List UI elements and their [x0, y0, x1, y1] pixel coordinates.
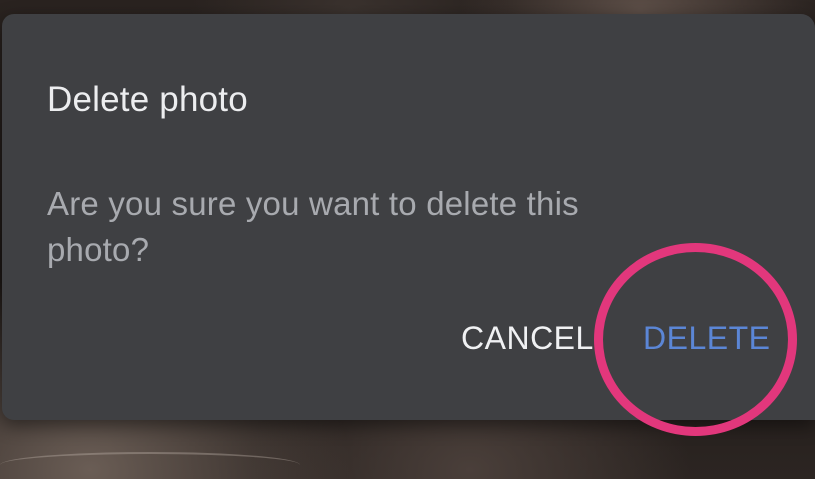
- delete-button[interactable]: DELETE: [643, 320, 770, 357]
- background-detail: [0, 452, 300, 478]
- dialog-title: Delete photo: [47, 80, 248, 119]
- dialog-message: Are you sure you want to delete this pho…: [47, 185, 579, 268]
- delete-photo-dialog: Delete photo Are you sure you want to de…: [2, 14, 815, 420]
- cancel-button[interactable]: CANCEL: [461, 320, 594, 357]
